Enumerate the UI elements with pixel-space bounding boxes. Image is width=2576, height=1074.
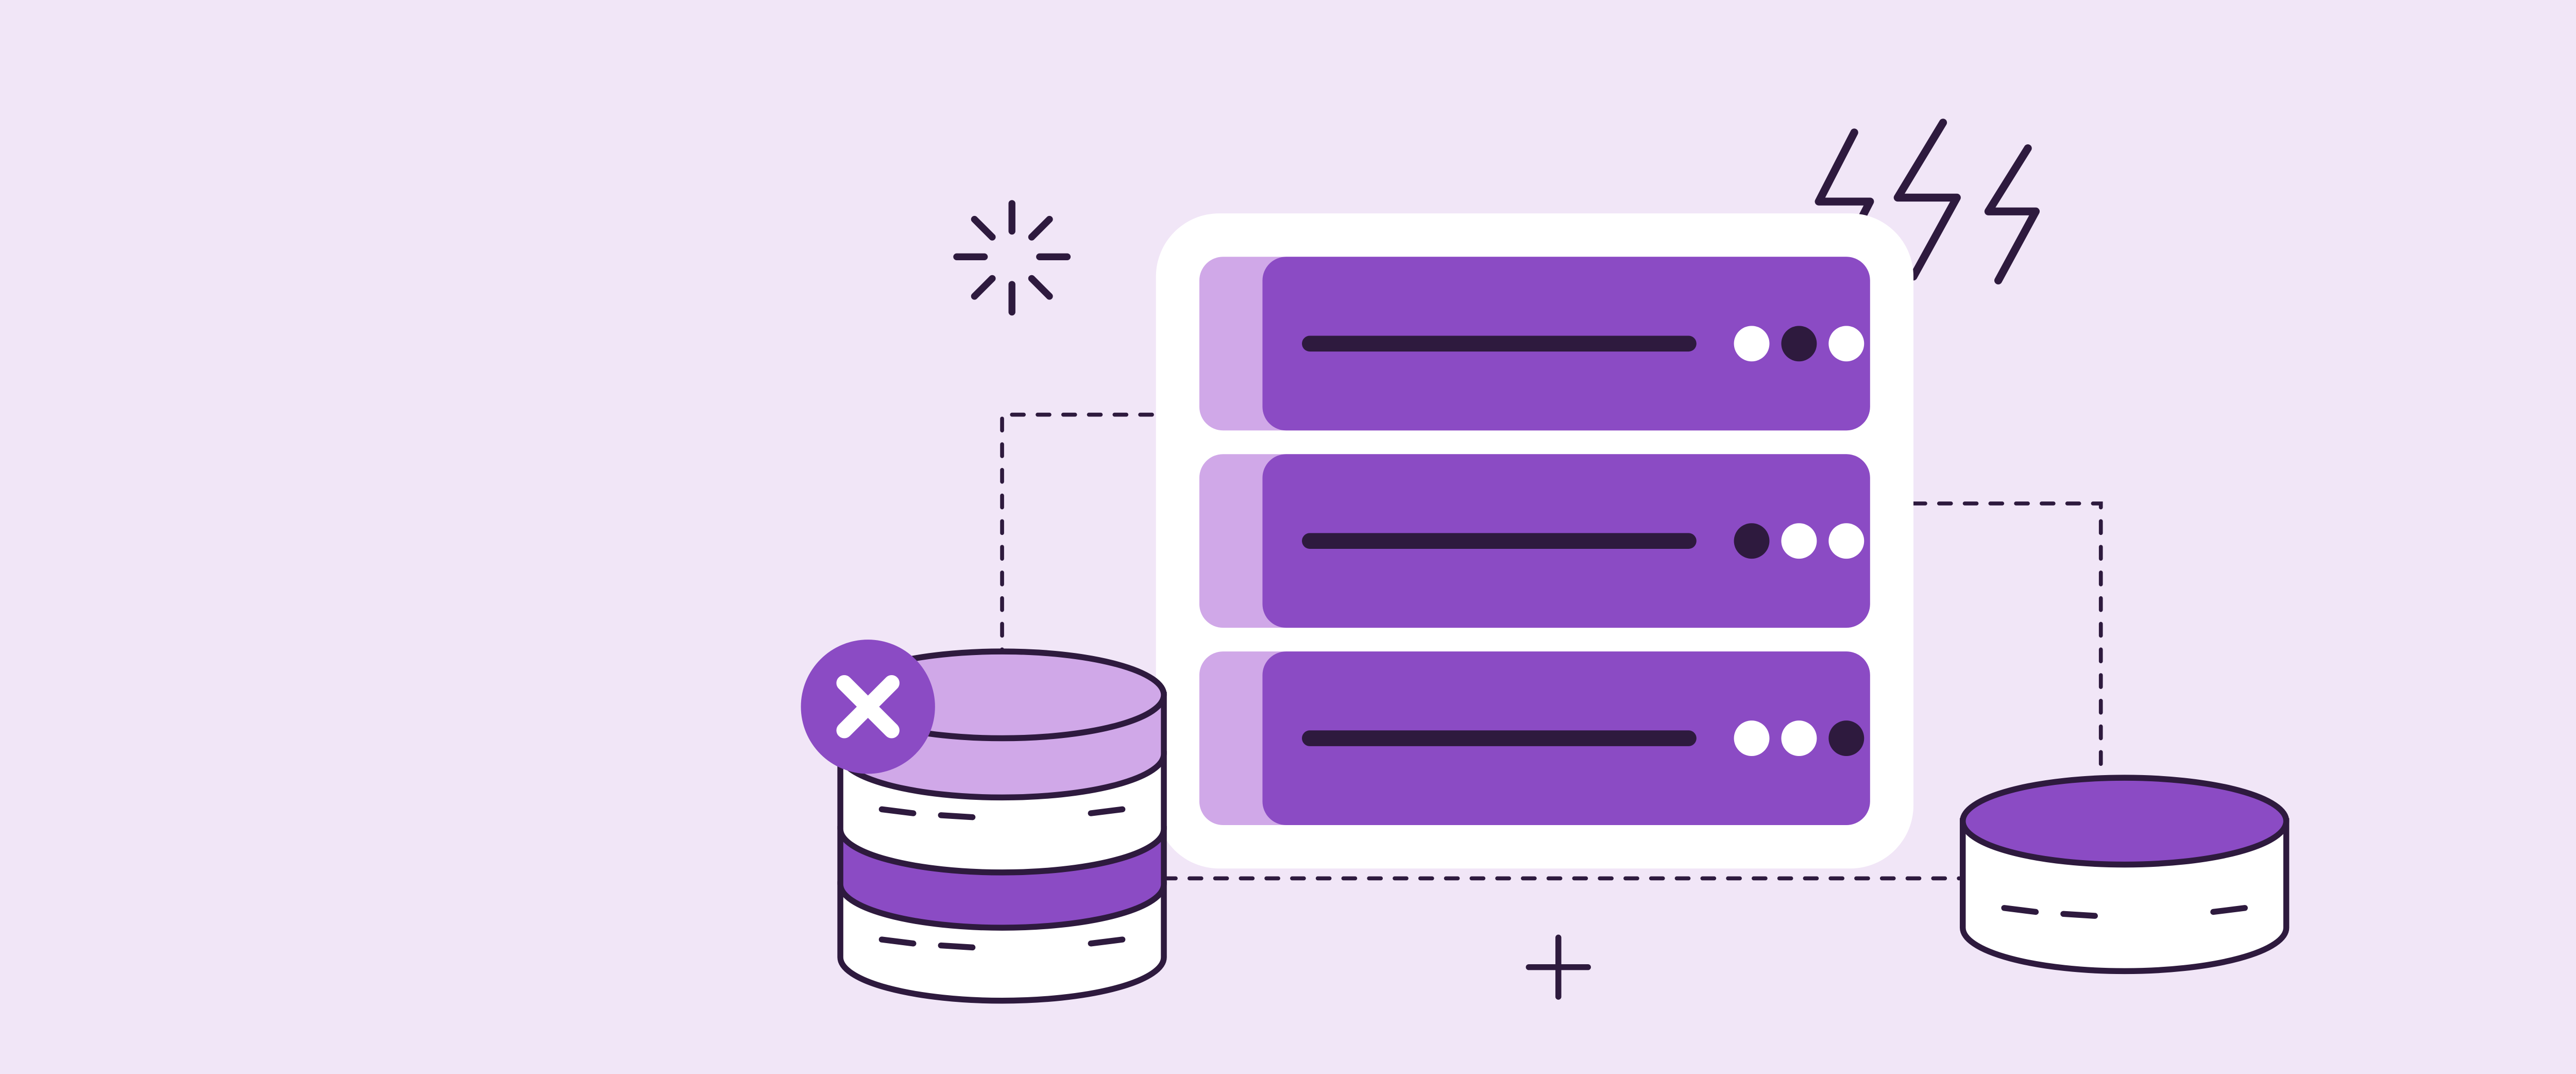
database-left <box>801 640 1164 1001</box>
server-unit <box>1199 651 1870 825</box>
server-error-illustration <box>0 0 2576 1074</box>
database-right <box>1963 778 2286 971</box>
server-unit <box>1199 257 1870 430</box>
sparkle-icon <box>957 204 1067 312</box>
plus-icon <box>1529 937 1588 997</box>
server-unit <box>1199 454 1870 628</box>
close-icon <box>801 640 935 774</box>
server-rack <box>1156 213 1913 868</box>
